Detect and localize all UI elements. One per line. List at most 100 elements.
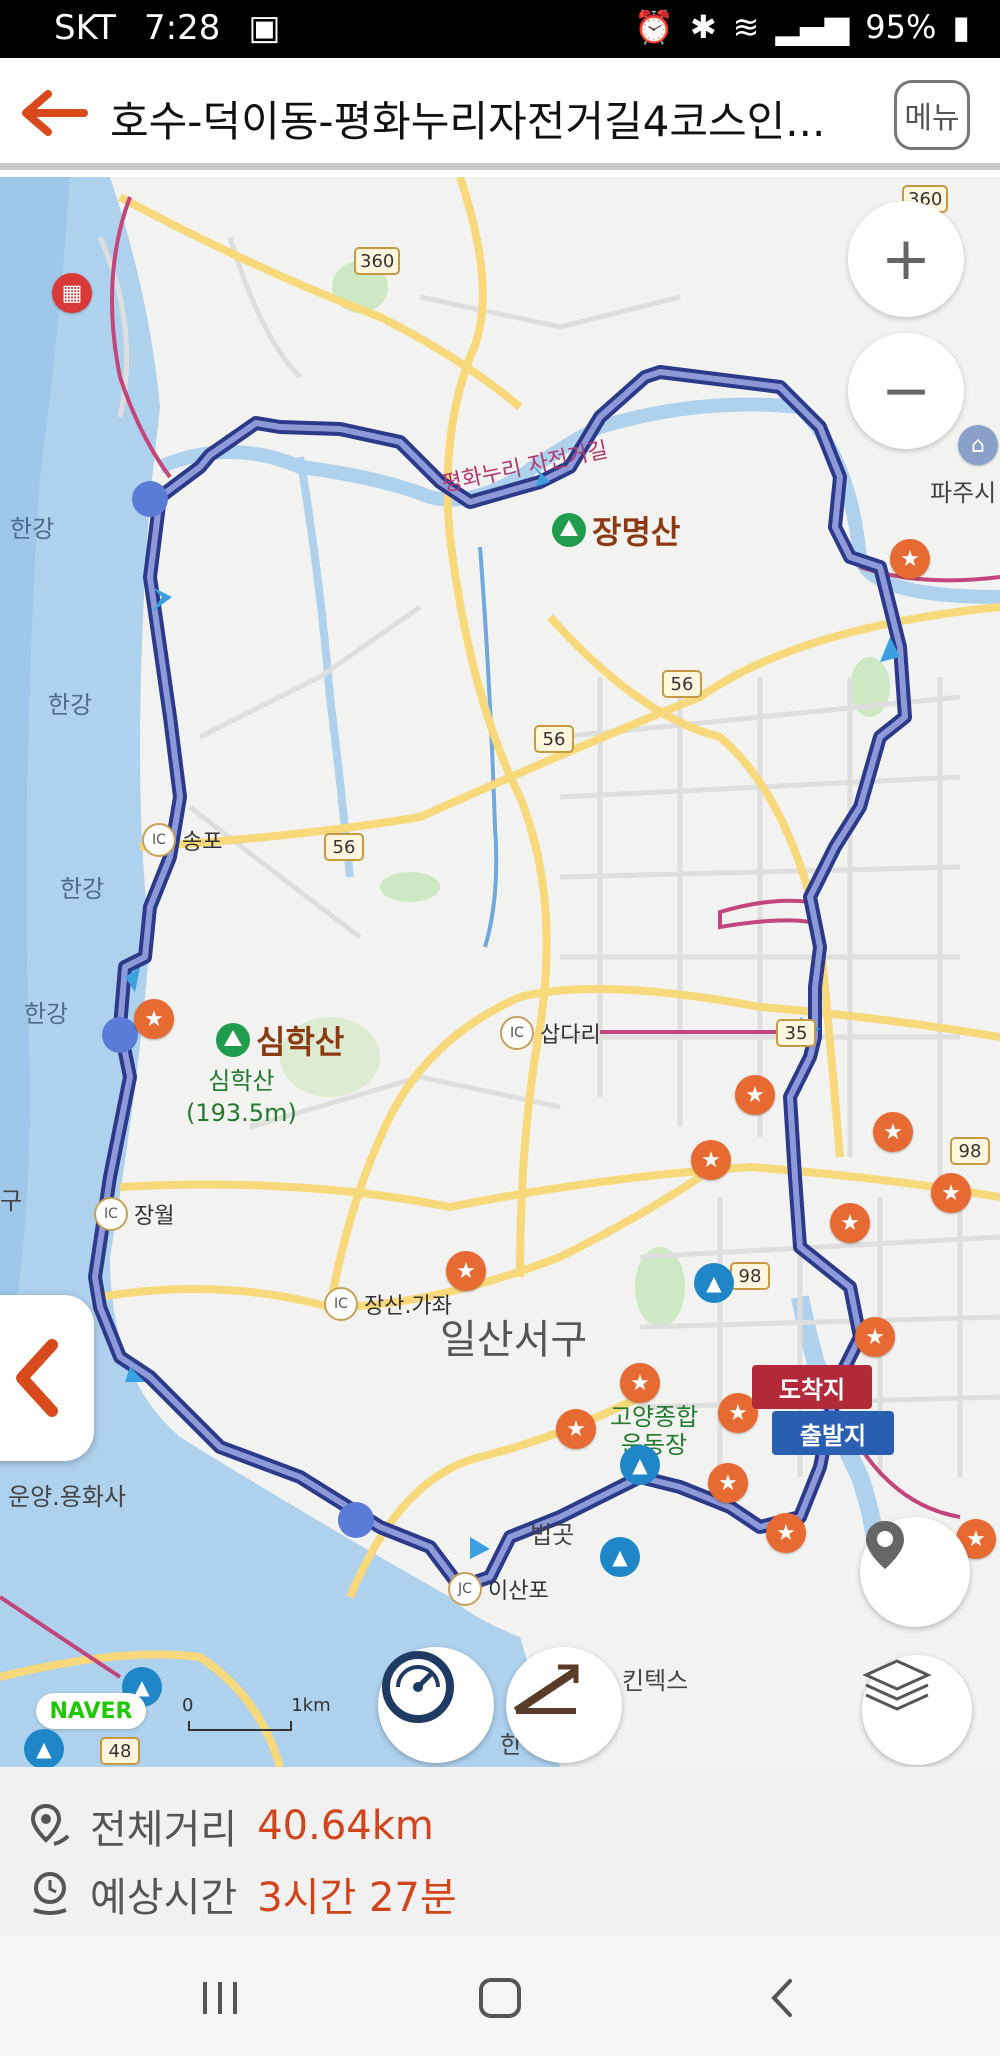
battery-icon: ▮ <box>952 8 970 46</box>
menu-button[interactable]: 메뉴 <box>894 80 970 150</box>
back-button[interactable] <box>752 1973 812 2023</box>
home-icon <box>479 1978 521 2018</box>
signal-icon: ▂▄▆ <box>775 8 850 46</box>
time-row: 예상시간 3시간 27분 <box>28 1865 457 1923</box>
campsite-marker-icon[interactable]: ▲ <box>694 1263 734 1303</box>
mountain-label-jangmyeongsan: 장명산 <box>552 507 680 553</box>
arrival-flag: 도착지 <box>752 1365 872 1409</box>
road-number-shield: 56 <box>662 670 702 698</box>
water-label-han: 한강 <box>48 691 93 719</box>
poi-marker-icon[interactable]: ★ <box>691 1140 731 1180</box>
road-number-shield: 98 <box>950 1137 990 1165</box>
poi-marker-icon[interactable]: ★ <box>446 1251 486 1291</box>
road-number-shield: 98 <box>730 1262 770 1290</box>
district-label: 일산서구 <box>440 1317 588 1363</box>
poi-marker-icon[interactable]: ★ <box>620 1363 660 1403</box>
zoom-in-button[interactable]: + <box>848 201 964 317</box>
poi-marker-icon[interactable]: ★ <box>735 1075 775 1115</box>
carrier-text: SKT <box>54 8 117 48</box>
building-marker-icon[interactable]: ⌂ <box>958 425 998 465</box>
map-view[interactable]: 한강 한강 한강 한강 장명산 심학산 심학산 (193.5m) 일산서구 IC… <box>0 177 1000 1767</box>
place-label-paju: 파주시 <box>930 479 997 507</box>
road-number-shield: 360 <box>354 247 401 275</box>
route-distance-icon <box>30 1803 70 1846</box>
departure-flag: 출발지 <box>772 1411 894 1455</box>
elevation-button[interactable] <box>506 1647 622 1763</box>
side-panel-toggle[interactable] <box>0 1295 94 1461</box>
mountain-icon <box>552 513 586 547</box>
campsite-marker-icon[interactable]: ▲ <box>620 1445 660 1485</box>
scale-km: 1km <box>291 1695 331 1716</box>
poi-marker-icon[interactable]: ★ <box>830 1203 870 1243</box>
status-bar: SKT 7:28 ▣ ⏰ ✱ ≋ ▂▄▆ 95% ▮ <box>0 0 1000 58</box>
poi-marker-icon[interactable]: ★ <box>556 1409 596 1449</box>
poi-marker-icon[interactable]: ★ <box>931 1173 971 1213</box>
scale-zero: 0 <box>182 1695 194 1716</box>
alarm-icon: ⏰ <box>633 8 674 46</box>
campsite-marker-icon[interactable]: ▲ <box>24 1729 64 1767</box>
back-arrow-icon[interactable] <box>18 88 90 138</box>
naver-logo: NAVER <box>36 1693 146 1729</box>
system-nav-bar <box>0 1937 1000 2056</box>
ic-label-jangwol: IC 장월 <box>94 1197 174 1231</box>
recent-apps-button[interactable] <box>190 1973 250 2023</box>
layers-button[interactable] <box>862 1655 972 1765</box>
speedometer-button[interactable] <box>378 1647 494 1763</box>
han-river <box>0 177 560 1767</box>
place-label-kintex: 킨텍스 <box>622 1667 689 1695</box>
wifi-icon: ≋ <box>732 8 760 46</box>
chevron-left-icon <box>16 1339 58 1417</box>
water-label-han: 한강 <box>10 515 55 543</box>
poi-marker-icon[interactable]: ★ <box>855 1317 895 1357</box>
my-location-button[interactable] <box>860 1517 970 1627</box>
road-number-shield: 35 <box>776 1019 816 1047</box>
poi-marker-icon[interactable]: ★ <box>890 539 930 579</box>
road-number-shield: 56 <box>534 725 574 753</box>
app-bar: 호수-덕이동-평화누리자전거길4코스인... 메뉴 <box>0 58 1000 170</box>
home-button[interactable] <box>470 1973 530 2023</box>
campsite-marker-icon[interactable]: ▲ <box>600 1537 640 1577</box>
time-label: 예상시간 <box>90 1875 238 1921</box>
estimated-time-icon <box>33 1872 67 1915</box>
page-title: 호수-덕이동-평화누리자전거길4코스인... <box>110 97 826 146</box>
bluetooth-icon: ✱ <box>689 8 717 46</box>
poi-marker-icon[interactable]: ★ <box>766 1513 806 1553</box>
museum-marker-icon[interactable]: ▦ <box>52 273 92 313</box>
mountain-label-simhaksan: 심학산 <box>216 1017 344 1063</box>
route-waypoint <box>338 1502 374 1538</box>
recent-apps-icon <box>203 1982 237 2014</box>
layers-icon <box>862 1659 932 1711</box>
route-waypoint <box>132 481 168 517</box>
place-label-beopgot: 법곳 <box>530 1521 575 1549</box>
zoom-out-button[interactable]: − <box>848 333 964 449</box>
speedometer-icon <box>382 1651 454 1723</box>
distance-label: 전체거리 <box>90 1807 238 1853</box>
elevation-icon <box>513 1664 579 1715</box>
ic-label-jangsan: IC 장산.가좌 <box>324 1287 452 1321</box>
side-stream <box>296 456 354 878</box>
back-chevron-icon <box>771 1979 792 2017</box>
poi-marker-icon[interactable]: ★ <box>134 999 174 1039</box>
route-summary-panel: 전체거리 40.64km 예상시간 3시간 27분 <box>0 1767 1000 1937</box>
time-value: 3시간 27분 <box>257 1875 457 1921</box>
jc-label-isanpo: JC 이산포 <box>448 1572 549 1606</box>
ic-label-songpo: IC 송포 <box>142 823 222 857</box>
water-label-han: 한강 <box>60 875 105 903</box>
distance-value: 40.64km <box>257 1803 434 1849</box>
park-area <box>380 872 440 902</box>
clock-text: 7:28 <box>144 8 221 48</box>
place-label-yongsan: 운양.용화사 <box>8 1483 127 1511</box>
status-left: SKT 7:28 ▣ <box>54 8 281 48</box>
mountain-icon <box>216 1023 250 1057</box>
route-waypoint <box>102 1017 138 1053</box>
location-pin-icon <box>866 1521 904 1569</box>
water-label-han: 한강 <box>24 1000 69 1028</box>
status-right: ⏰ ✱ ≋ ▂▄▆ 95% ▮ <box>634 8 970 46</box>
mountain-sub-label: 심학산 (193.5m) <box>186 1067 297 1127</box>
road-number-shield: 48 <box>100 1737 140 1765</box>
gallery-icon: ▣ <box>248 8 281 48</box>
poi-marker-icon[interactable]: ★ <box>873 1112 913 1152</box>
map-canvas <box>0 177 1000 1767</box>
distance-row: 전체거리 40.64km <box>28 1797 434 1855</box>
poi-marker-icon[interactable]: ★ <box>708 1463 748 1503</box>
